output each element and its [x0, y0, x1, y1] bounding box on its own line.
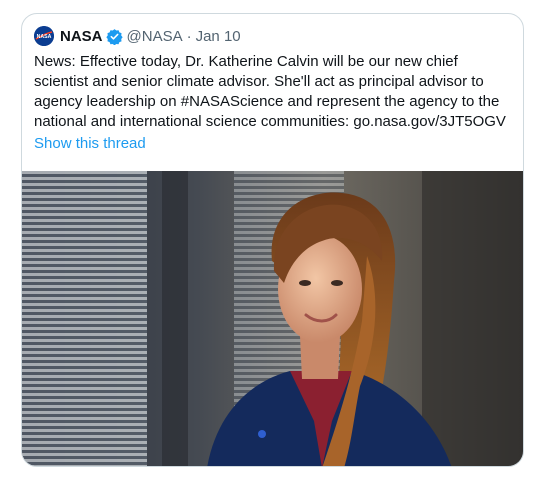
- show-thread-link[interactable]: Show this thread: [34, 135, 146, 152]
- author-name[interactable]: NASA: [60, 28, 103, 45]
- tweet-text: News: Effective today, Dr. Katherine Cal…: [34, 53, 506, 130]
- tweet-header: NASA NASA @NASA · Jan 10: [34, 26, 241, 46]
- avatar[interactable]: NASA: [34, 26, 54, 46]
- portrait-photo: [22, 171, 523, 466]
- tweet-card[interactable]: NASA NASA @NASA · Jan 10 News: Effective…: [21, 13, 524, 467]
- tweet-date[interactable]: Jan 10: [196, 28, 241, 45]
- tweet-photo[interactable]: [22, 171, 523, 466]
- separator-dot: ·: [186, 27, 192, 45]
- svg-text:NASA: NASA: [37, 34, 52, 40]
- nasa-logo-icon: NASA: [34, 26, 54, 46]
- author-handle[interactable]: @NASA: [127, 28, 183, 45]
- verified-badge-icon: [105, 28, 123, 45]
